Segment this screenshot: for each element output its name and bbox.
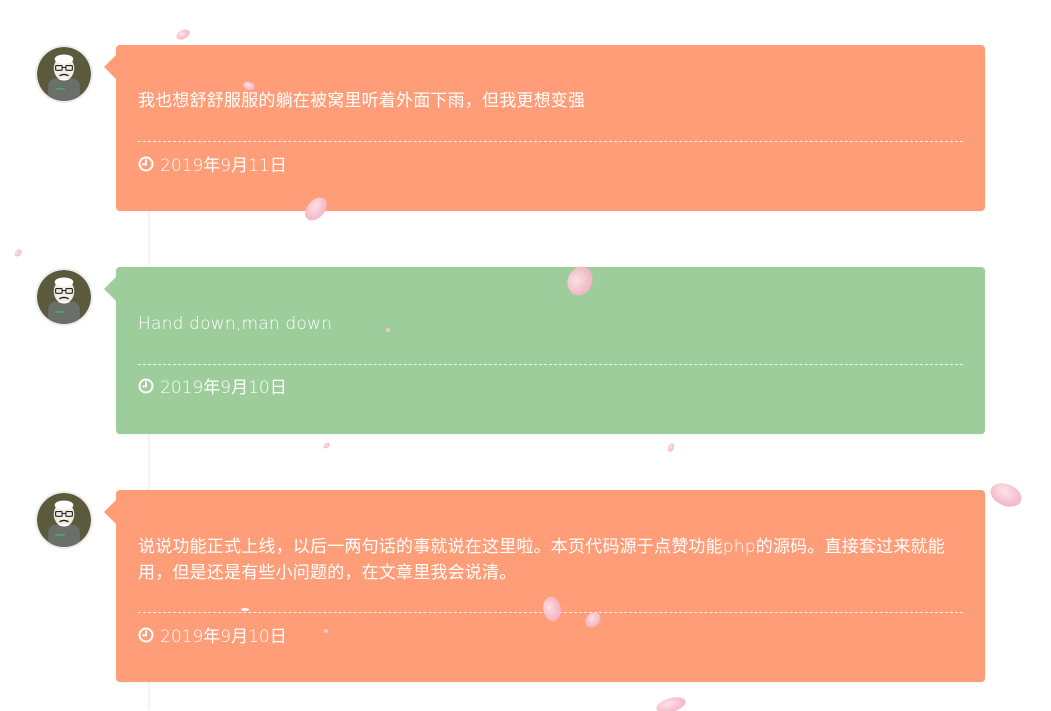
sakura-petal bbox=[655, 695, 687, 711]
cartoon-old-man-avatar-icon bbox=[37, 270, 91, 324]
avatar[interactable] bbox=[35, 268, 93, 326]
sakura-petal bbox=[986, 476, 1026, 514]
post-card: 说说功能正式上线，以后一两句话的事就说在这里啦。本页代码源于点赞功能php的源码… bbox=[104, 490, 985, 682]
clock-icon bbox=[138, 378, 154, 393]
timeline-page: 我也想舒舒服服的躺在被窝里听着外面下雨，但我更想变强 2019年9月11日 Ha… bbox=[0, 0, 1051, 711]
avatar[interactable] bbox=[35, 491, 93, 549]
post-meta: 2019年9月11日 bbox=[138, 151, 287, 176]
cartoon-old-man-avatar-icon bbox=[37, 47, 91, 101]
avatar[interactable] bbox=[35, 45, 93, 103]
sakura-petal bbox=[324, 629, 328, 633]
sakura-petal bbox=[386, 328, 390, 332]
sakura-petal bbox=[241, 608, 249, 611]
post-meta: 2019年9月10日 bbox=[138, 373, 287, 398]
post-card: 我也想舒舒服服的躺在被窝里听着外面下雨，但我更想变强 2019年9月11日 bbox=[104, 45, 985, 211]
clock-icon bbox=[138, 156, 154, 171]
post-date: 2019年9月11日 bbox=[160, 156, 287, 176]
post-card: Hand down,man down 2019年9月10日 bbox=[104, 267, 985, 434]
post-divider bbox=[138, 364, 963, 365]
post-text: 我也想舒舒服服的躺在被窝里听着外面下雨，但我更想变强 bbox=[138, 91, 586, 111]
post-text: 说说功能正式上线，以后一两句话的事就说在这里啦。本页代码源于点赞功能php的源码… bbox=[138, 537, 945, 583]
clock-icon bbox=[138, 627, 154, 642]
post-divider bbox=[138, 141, 963, 142]
post-text: Hand down,man down bbox=[138, 314, 333, 334]
sakura-petal bbox=[322, 441, 331, 450]
sakura-petal bbox=[13, 248, 23, 258]
post-date: 2019年9月10日 bbox=[160, 627, 287, 647]
post-meta: 2019年9月10日 bbox=[138, 622, 287, 647]
cartoon-old-man-avatar-icon bbox=[37, 493, 91, 547]
post-date: 2019年9月10日 bbox=[160, 378, 287, 398]
sakura-petal bbox=[175, 28, 191, 41]
sakura-petal bbox=[667, 442, 675, 453]
